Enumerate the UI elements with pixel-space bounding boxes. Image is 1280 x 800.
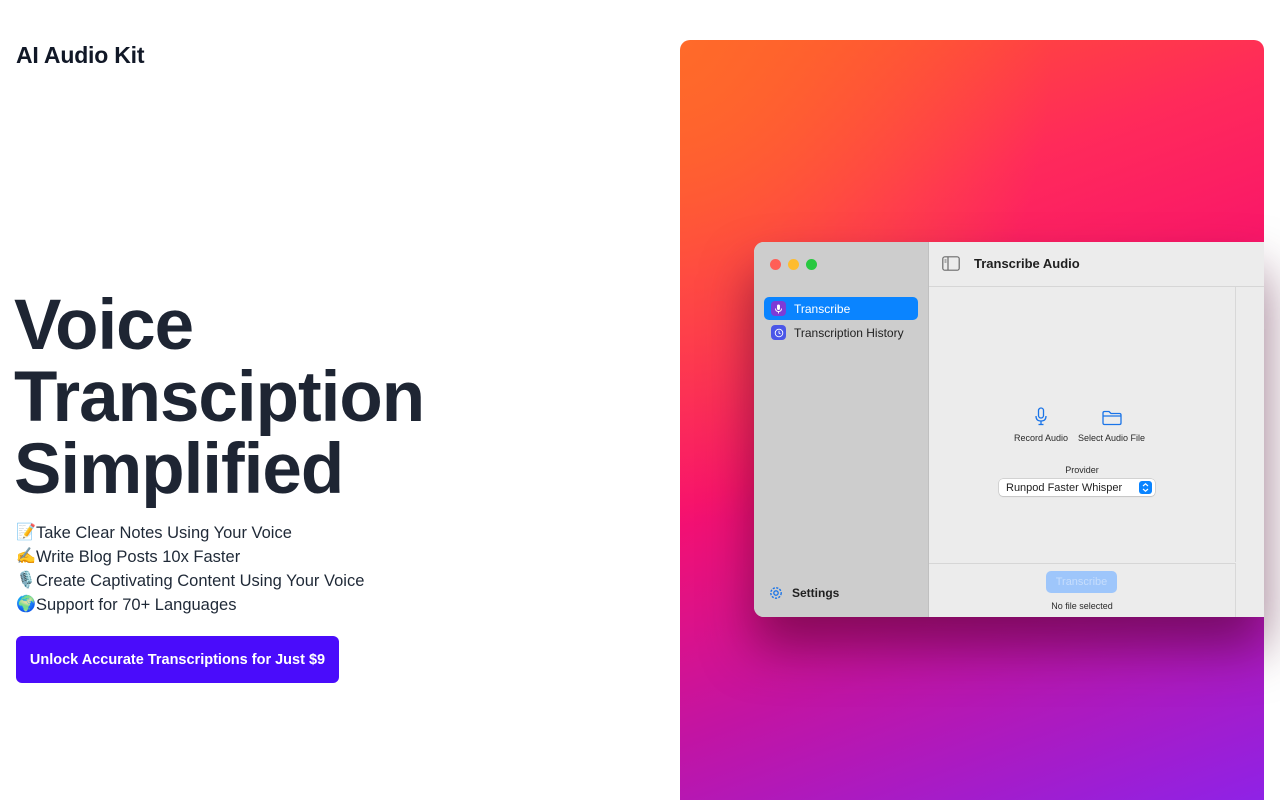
select-audio-file-action: Select Audio File	[1078, 407, 1145, 443]
minimize-window-icon	[788, 259, 799, 270]
hero-title: Voice Transciption Simplified	[14, 286, 425, 509]
unlock-cta-button[interactable]: Unlock Accurate Transcriptions for Just …	[16, 636, 339, 683]
app-main: Transcribe Audio Record Audio Select Aud…	[929, 242, 1264, 617]
provider-select: Runpod Faster Whisper	[999, 479, 1155, 496]
provider-label: Provider	[1065, 465, 1099, 475]
feature-item: 📝 Take Clear Notes Using Your Voice	[16, 521, 364, 545]
close-window-icon	[770, 259, 781, 270]
chevron-up-down-icon	[1139, 481, 1152, 494]
folder-icon	[1101, 407, 1122, 429]
sidebar-item-label: Transcription History	[794, 325, 904, 340]
sidebar-settings: Settings	[768, 585, 839, 601]
globe-emoji-icon: 🌍	[16, 596, 36, 613]
feature-list: 📝 Take Clear Notes Using Your Voice ✍️ W…	[16, 521, 364, 617]
writing-hand-emoji-icon: ✍️	[16, 548, 36, 565]
feature-item: 🎙️ Create Captivating Content Using Your…	[16, 569, 364, 593]
brand-logo-text[interactable]: AI Audio Kit	[16, 42, 145, 69]
transcribe-button: Transcribe	[1046, 571, 1117, 593]
select-audio-file-label: Select Audio File	[1078, 433, 1146, 443]
sidebar-toggle-icon	[942, 256, 960, 276]
feature-text: Write Blog Posts 10x Faster	[36, 548, 241, 566]
gear-icon	[768, 585, 784, 601]
feature-item: ✍️ Write Blog Posts 10x Faster	[16, 545, 364, 569]
file-status-text: No file selected	[1051, 601, 1113, 611]
feature-text: Support for 70+ Languages	[36, 596, 237, 614]
provider-select-value: Runpod Faster Whisper	[1006, 481, 1123, 494]
zoom-window-icon	[806, 259, 817, 270]
transcribe-footer: Transcribe No file selected	[929, 563, 1236, 617]
hero-title-line-3: Simplified	[14, 430, 344, 509]
hero-title-line-2: Transciption	[14, 358, 425, 437]
sidebar-item-transcribe: Transcribe	[764, 297, 918, 320]
mic-icon	[771, 301, 786, 316]
transcribe-content: Record Audio Select Audio File Provider …	[929, 287, 1236, 562]
microphone-icon	[1034, 407, 1048, 429]
microphone-emoji-icon: 🎙️	[16, 572, 36, 589]
clock-icon	[771, 325, 786, 340]
memo-emoji-icon: 📝	[16, 524, 36, 541]
settings-label: Settings	[792, 586, 840, 600]
record-audio-action: Record Audio	[1014, 407, 1068, 443]
feature-item: 🌍 Support for 70+ Languages	[16, 593, 364, 617]
sidebar-item-label: Transcribe	[794, 301, 851, 316]
app-screenshot-window: Transcribe Transcription History Setting…	[754, 242, 1264, 617]
sidebar-item-transcription-history: Transcription History	[764, 321, 918, 344]
app-sidebar: Transcribe Transcription History Setting…	[754, 242, 929, 617]
window-title: Transcribe Audio	[974, 256, 1080, 271]
app-toolbar: Transcribe Audio	[929, 242, 1264, 287]
record-audio-label: Record Audio	[1014, 433, 1069, 443]
feature-text: Take Clear Notes Using Your Voice	[36, 524, 292, 542]
hero-title-line-1: Voice	[14, 286, 194, 365]
feature-text: Create Captivating Content Using Your Vo…	[36, 572, 365, 590]
